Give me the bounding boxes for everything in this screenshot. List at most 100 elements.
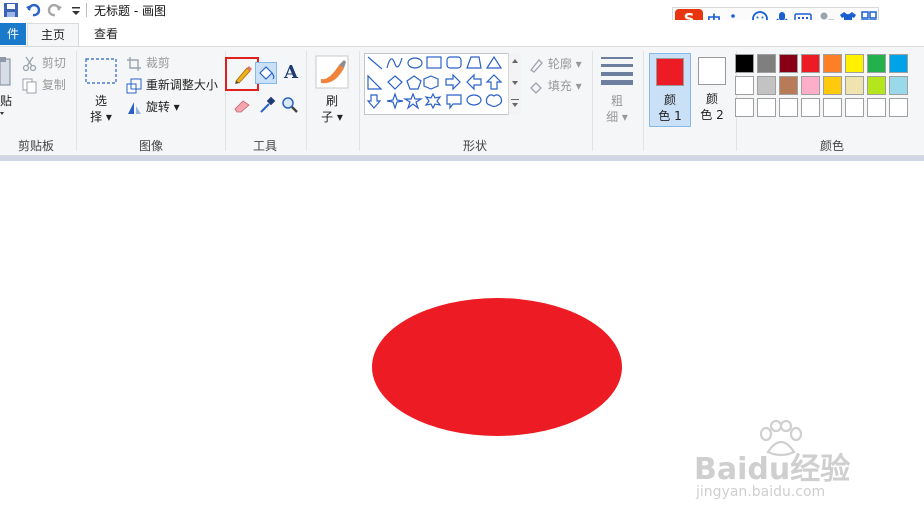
- watermark-url: jingyan.baidu.com: [696, 484, 826, 500]
- color-swatch[interactable]: [845, 76, 864, 95]
- drawn-ellipse[interactable]: [372, 298, 622, 436]
- color-1-selector[interactable]: 颜 色 1: [649, 53, 691, 127]
- outline-button[interactable]: 轮廓 ▾: [528, 54, 582, 74]
- paste-dropdown-icon[interactable]: [0, 111, 6, 117]
- fill-dropdown-icon[interactable]: ▾: [576, 79, 582, 93]
- crop-icon: [127, 56, 141, 71]
- group-separator: [76, 51, 77, 151]
- paste-icon[interactable]: [0, 57, 12, 87]
- select-label[interactable]: 选 择 ▾: [88, 93, 114, 125]
- fill-label: 填充: [547, 79, 572, 93]
- save-icon[interactable]: [3, 2, 19, 18]
- fill-icon: [530, 81, 542, 94]
- color-swatch[interactable]: [801, 98, 820, 117]
- outline-dropdown-icon[interactable]: ▾: [576, 57, 582, 71]
- fill-bucket-tool[interactable]: [255, 62, 277, 84]
- eyedropper-icon: [260, 96, 276, 113]
- title-divider: [86, 3, 87, 17]
- select-label-top: 选: [94, 94, 107, 108]
- pencil-tool[interactable]: [225, 57, 259, 91]
- outline-brush-icon: [530, 58, 543, 73]
- rotate-button[interactable]: 旋转 ▾: [126, 97, 180, 117]
- color-swatch[interactable]: [867, 76, 886, 95]
- color-swatch[interactable]: [735, 98, 754, 117]
- brushes-label-top: 刷: [325, 94, 338, 108]
- rotate-dropdown-icon[interactable]: ▾: [174, 100, 180, 114]
- shapes-grid-icon[interactable]: [365, 54, 509, 114]
- line-width-icon[interactable]: [600, 55, 634, 87]
- rotate-label: 旋转: [145, 100, 170, 114]
- color-swatch[interactable]: [757, 98, 776, 117]
- color-swatch[interactable]: [867, 54, 886, 73]
- color-swatch[interactable]: [845, 98, 864, 117]
- color-swatch[interactable]: [779, 76, 798, 95]
- text-tool-icon[interactable]: A: [280, 62, 302, 84]
- group-separator: [592, 51, 593, 151]
- size-label-bottom: 细 ▾: [606, 110, 628, 124]
- window-title: 无标题 - 画图: [94, 4, 166, 18]
- color-swatch[interactable]: [867, 98, 886, 117]
- brush-icon[interactable]: [315, 55, 349, 89]
- copy-button[interactable]: 复制: [22, 75, 66, 95]
- color-swatch[interactable]: [823, 98, 842, 117]
- shapes-group-label: 形状: [462, 139, 487, 153]
- undo-icon[interactable]: [25, 2, 41, 18]
- outline-label: 轮廓: [547, 57, 572, 71]
- color-2-label: 颜 色 2: [692, 91, 732, 123]
- scissors-icon: [22, 56, 37, 71]
- size-label[interactable]: 粗 细 ▾: [603, 93, 631, 125]
- redo-icon[interactable]: [47, 2, 63, 18]
- color-swatch[interactable]: [757, 76, 776, 95]
- shapes-scroll-arrows-icon[interactable]: [509, 53, 521, 113]
- group-separator: [306, 51, 307, 151]
- eraser-icon: [234, 100, 250, 113]
- customize-qat-icon[interactable]: [68, 2, 84, 18]
- color-swatch[interactable]: [779, 54, 798, 73]
- color-swatch[interactable]: [889, 76, 908, 95]
- color-swatch[interactable]: [735, 76, 754, 95]
- shapes-scrollbar[interactable]: [508, 53, 521, 115]
- color-picker-tool[interactable]: [257, 95, 279, 117]
- cut-label: 剪切: [41, 56, 66, 70]
- resize-button[interactable]: 重新调整大小: [126, 75, 218, 95]
- crop-button[interactable]: 裁剪: [126, 53, 170, 73]
- color-swatch[interactable]: [823, 54, 842, 73]
- color-swatch[interactable]: [757, 54, 776, 73]
- color-2-label-bottom: 色 2: [700, 108, 724, 122]
- size-label-top: 粗: [610, 94, 623, 108]
- color-swatch[interactable]: [823, 76, 842, 95]
- color-swatch[interactable]: [889, 54, 908, 73]
- select-label-bottom-text: 择: [90, 110, 103, 124]
- eraser-tool[interactable]: [232, 95, 254, 117]
- color-swatch[interactable]: [801, 54, 820, 73]
- watermark-brand: Baidu经验: [694, 452, 851, 487]
- magnifier-tool[interactable]: [280, 95, 302, 117]
- resize-icon: [126, 78, 142, 93]
- shapes-gallery[interactable]: [364, 53, 521, 115]
- baidu-watermark: Baidu经验 jingyan.baidu.com: [694, 420, 874, 510]
- color-1-label-top: 颜: [663, 93, 676, 107]
- group-separator: [643, 51, 644, 151]
- color-swatch[interactable]: [735, 54, 754, 73]
- color-1-label-bottom: 色 1: [658, 109, 682, 123]
- color-1-label: 颜 色 1: [650, 92, 690, 124]
- color-swatch[interactable]: [845, 54, 864, 73]
- tools-group-label: 工具: [252, 139, 277, 153]
- color-swatch[interactable]: [889, 98, 908, 117]
- brushes-label-bottom-text: 子: [321, 110, 334, 124]
- copy-label: 复制: [41, 78, 66, 92]
- tab-file[interactable]: 件: [0, 23, 26, 45]
- cut-button[interactable]: 剪切: [22, 53, 66, 73]
- paste-label[interactable]: 贴: [0, 93, 12, 109]
- color-swatch[interactable]: [801, 76, 820, 95]
- color-swatch[interactable]: [779, 98, 798, 117]
- select-marquee-icon[interactable]: [85, 58, 117, 84]
- crop-label: 裁剪: [145, 56, 170, 70]
- image-group-label: 图像: [138, 139, 163, 153]
- fill-bucket-icon: [259, 66, 275, 80]
- color-2-selector[interactable]: 颜 色 2: [692, 53, 734, 127]
- fill-button[interactable]: 填充 ▾: [528, 76, 582, 96]
- tab-view[interactable]: 查看: [80, 23, 132, 46]
- brushes-label[interactable]: 刷 子 ▾: [318, 93, 346, 125]
- tab-home[interactable]: 主页: [27, 23, 79, 46]
